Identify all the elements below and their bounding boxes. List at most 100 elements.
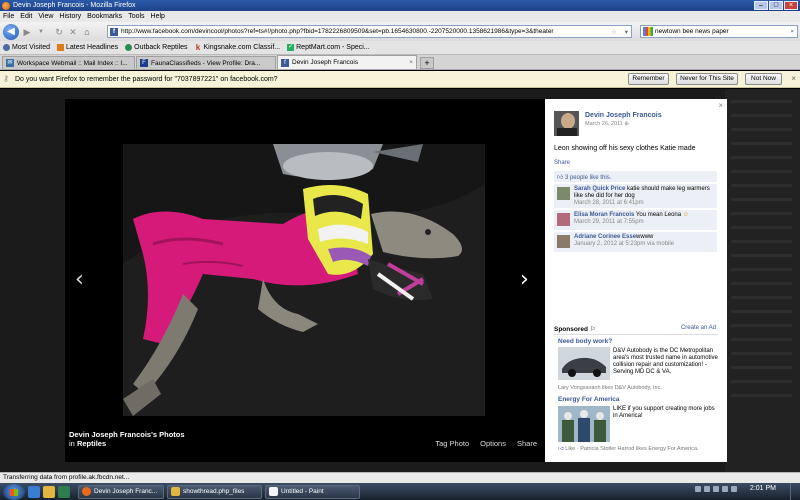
show-desktop-button[interactable] <box>790 483 800 500</box>
firefox-icon <box>2 1 10 10</box>
author-name[interactable]: Devin Joseph Francois <box>585 112 662 119</box>
author-avatar[interactable] <box>554 111 579 136</box>
tab-workspace-webmail[interactable]: ✉ Workspace Webmail :: Mail Index :: I... <box>2 56 135 69</box>
back-button[interactable]: ◀ <box>3 23 19 40</box>
close-window-button[interactable]: × <box>784 1 798 10</box>
not-now-button[interactable]: Not Now <box>745 73 782 85</box>
minimize-button[interactable]: – <box>754 1 768 10</box>
ad-body: LIKE if you support creating more jobs i… <box>613 406 715 419</box>
menu-edit[interactable]: Edit <box>20 13 32 20</box>
smiley-emoji: ☺ <box>682 212 689 218</box>
close-tab-icon[interactable]: × <box>409 59 413 66</box>
folder-icon <box>171 487 180 496</box>
album-name-link[interactable]: Reptiles <box>77 439 106 448</box>
bookmark-outback-reptiles[interactable]: Outback Reptiles <box>125 44 187 51</box>
search-query: newtown bee news paper <box>655 28 729 35</box>
tray-volume-icon[interactable] <box>712 485 719 492</box>
k-logo-icon: k <box>195 43 201 52</box>
search-icon[interactable]: ⌕ <box>790 28 794 36</box>
create-ad-link[interactable]: Create an Ad <box>681 325 716 331</box>
reload-button[interactable]: ↻ <box>53 26 65 38</box>
previous-photo-arrow-icon[interactable]: ‹ <box>75 267 84 292</box>
google-icon[interactable]: G <box>643 27 653 36</box>
search-box[interactable]: G newtown bee news paper ⌕ <box>640 25 798 38</box>
rss-icon <box>57 44 64 51</box>
taskbar-folder-button[interactable]: showthread.php_files <box>167 484 262 499</box>
close-notification-icon[interactable]: × <box>791 74 796 83</box>
ad-title[interactable]: Energy For America <box>558 396 620 403</box>
ad-title[interactable]: Need body work? <box>558 338 612 345</box>
start-button[interactable] <box>3 483 25 500</box>
bookmarks-toolbar: Most Visited Latest Headlines Outback Re… <box>0 41 800 55</box>
url-bar[interactable]: f http://www.facebook.com/devincool/phot… <box>107 25 632 38</box>
maximize-button[interactable]: □ <box>769 1 783 10</box>
globe-privacy-icon: ⊕ <box>624 121 629 127</box>
home-button[interactable]: ⌂ <box>81 26 93 38</box>
tag-photo-button[interactable]: Tag Photo <box>435 439 469 448</box>
like-icon: 👍︎ <box>558 446 564 452</box>
likes-count-link[interactable]: 3 people like this. <box>565 175 611 181</box>
ad-car-image[interactable] <box>558 347 610 380</box>
dropdown-history-icon[interactable]: ▼ <box>35 26 47 38</box>
stop-button[interactable]: ✕ <box>67 26 79 38</box>
new-tab-button[interactable]: + <box>420 57 434 69</box>
bookmark-kingsnake[interactable]: k Kingsnake.com Classif... <box>194 43 280 52</box>
photo-description: Leon showing off his sexy clothes Katie … <box>554 145 696 152</box>
tray-network-icon[interactable] <box>703 485 710 492</box>
quicklaunch-ie-icon[interactable] <box>28 485 40 498</box>
menu-history[interactable]: History <box>59 13 81 20</box>
comment-text: wwww <box>636 234 654 240</box>
taskbar-firefox-button[interactable]: Devin Joseph Franc... <box>78 484 164 499</box>
lizard-photo[interactable] <box>123 144 485 416</box>
remember-button[interactable]: Remember <box>628 73 669 85</box>
commenter-avatar[interactable] <box>557 187 570 200</box>
flag-icon: ⚐ <box>589 326 596 333</box>
bookmark-latest-headlines[interactable]: Latest Headlines <box>57 44 118 51</box>
quicklaunch-explorer-icon[interactable] <box>43 485 55 498</box>
album-owner-link[interactable]: Devin Joseph Francois's Photos <box>69 430 185 439</box>
divider <box>554 334 718 335</box>
tray-arrow-icon[interactable] <box>694 485 701 492</box>
system-tray: 2:01 PM <box>694 485 776 492</box>
tray-antivirus-icon[interactable] <box>721 485 728 492</box>
navigation-toolbar: ◀ ▶ ▼ ↻ ✕ ⌂ f http://www.facebook.com/de… <box>0 22 800 41</box>
commenter-name[interactable]: Sarah Quick Price <box>574 186 625 192</box>
firefox-icon <box>82 487 91 496</box>
quicklaunch-media-icon[interactable] <box>58 485 70 498</box>
bookmark-reptmart[interactable]: ✓ ReptMart.com - Speci... <box>287 44 370 51</box>
commenter-name[interactable]: Elisa Moran Francois <box>574 212 634 218</box>
bookmark-star-icon[interactable]: ☆ <box>611 28 617 36</box>
ad-workers-image[interactable] <box>558 406 610 442</box>
tray-power-icon[interactable] <box>730 485 737 492</box>
url-dropdown-icon[interactable]: ▾ <box>625 28 628 36</box>
next-photo-arrow-icon[interactable]: › <box>520 267 529 292</box>
paint-icon <box>269 487 278 496</box>
menu-help[interactable]: Help <box>151 13 165 20</box>
options-button[interactable]: Options <box>480 439 506 448</box>
menu-bookmarks[interactable]: Bookmarks <box>87 13 122 20</box>
never-for-this-site-button[interactable]: Never for This Site <box>676 73 738 85</box>
clock[interactable]: 2:01 PM <box>750 485 776 492</box>
url-text: http://www.facebook.com/devincool/photos… <box>121 28 554 35</box>
tab-devin-joseph-francois[interactable]: f Devin Joseph Francois × <box>277 55 417 69</box>
commenter-avatar[interactable] <box>557 213 570 226</box>
notification-text: Do you want Firefox to remember the pass… <box>15 75 278 83</box>
photo-sidebar: × Devin Joseph Francois March 26, 2011 ⊕… <box>545 99 727 462</box>
menu-file[interactable]: File <box>3 13 14 20</box>
windows-logo-icon <box>10 488 18 496</box>
menu-tools[interactable]: Tools <box>128 13 144 20</box>
share-button[interactable]: Share <box>517 439 537 448</box>
webmail-icon: ✉ <box>6 59 14 67</box>
thumbs-up-icon: 👍︎ <box>557 175 564 181</box>
close-viewer-icon[interactable]: × <box>718 101 723 110</box>
forward-button[interactable]: ▶ <box>21 26 33 38</box>
post-date: March 26, 2011 ⊕ <box>585 121 629 127</box>
menu-view[interactable]: View <box>38 13 53 20</box>
bookmark-most-visited[interactable]: Most Visited <box>3 44 50 51</box>
commenter-name[interactable]: Adriane Corinee Esse <box>574 234 636 240</box>
gear-icon <box>3 44 10 51</box>
tab-faunaclassifieds[interactable]: F FaunaClassifieds - View Profile: Dra... <box>136 56 276 69</box>
share-link[interactable]: Share <box>554 160 570 166</box>
commenter-avatar[interactable] <box>557 235 570 248</box>
taskbar-paint-button[interactable]: Untitled - Paint <box>265 484 360 499</box>
